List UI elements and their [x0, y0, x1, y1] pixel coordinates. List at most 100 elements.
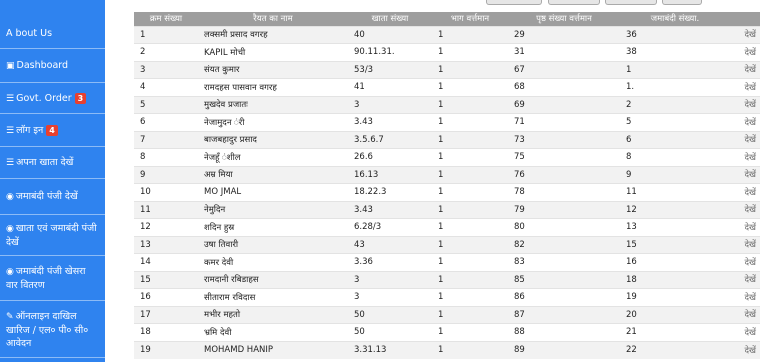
- table-row: 11 नेमुदिन 3.43 1 79 12 देखें: [134, 200, 760, 219]
- sidebar-item-content: ◉ खाता एवं जमाबंदी पंजी देखें: [6, 222, 100, 249]
- table-cell: 43: [348, 235, 432, 254]
- table-cell: 38: [620, 43, 730, 61]
- table-cell: 90.11.31.: [348, 43, 432, 61]
- column-header: रैयत का नाम: [198, 12, 348, 26]
- sidebar-item-7[interactable]: ◉ खाता एवं जमाबंदी पंजी देखें: [0, 216, 105, 256]
- table-cell: 80: [508, 218, 620, 236]
- view-link[interactable]: देखें: [730, 60, 760, 79]
- view-link[interactable]: देखें: [730, 323, 760, 341]
- table-cell: 53/3: [348, 60, 432, 79]
- table-row: 1 लक्समी प्रसाद वगरह 40 1 29 36 देखें: [134, 25, 760, 44]
- view-link[interactable]: देखें: [730, 235, 760, 254]
- table-cell: 1: [432, 25, 508, 44]
- table-cell: 18: [620, 270, 730, 289]
- table-cell: 1: [432, 113, 508, 131]
- table-cell: 1: [432, 43, 508, 61]
- table-cell: 3: [348, 288, 432, 306]
- table-cell: 1: [432, 253, 508, 271]
- table-cell: 1: [432, 183, 508, 201]
- table-cell: 16: [134, 288, 198, 306]
- table-cell: 3: [348, 95, 432, 114]
- table-cell: 67: [508, 60, 620, 79]
- table-cell: 6: [134, 113, 198, 131]
- table-cell: 78: [508, 183, 620, 201]
- table-cell: 15: [620, 235, 730, 254]
- table-cell: 6: [620, 130, 730, 149]
- table-row: 6 नेजामुदन ंरी 3.43 1 71 5 देखें: [134, 113, 760, 131]
- table-cell: 11: [134, 200, 198, 219]
- table-cell: KAPIL मोची: [198, 43, 348, 61]
- view-link[interactable]: देखें: [730, 130, 760, 149]
- table-row: 2 KAPIL मोची 90.11.31. 1 31 38 देखें: [134, 43, 760, 61]
- sidebar-item-4[interactable]: ☰ लॉग इन 4: [0, 115, 105, 147]
- top-button-1[interactable]: [486, 0, 542, 5]
- table-cell: 71: [508, 113, 620, 131]
- column-header: खाता संख्या: [348, 12, 432, 26]
- edit-icon: ✎: [6, 311, 14, 322]
- table-cell: 3: [348, 270, 432, 289]
- top-button-3[interactable]: [605, 0, 657, 5]
- sidebar-item-2[interactable]: ▣ Dashboard: [0, 50, 105, 83]
- view-link[interactable]: देखें: [730, 113, 760, 131]
- table-cell: 18: [134, 323, 198, 341]
- sidebar: A bout Us ▣ Dashboard ☰ Govt. Order 3 ☰ लॉग इन 4…: [0, 0, 105, 362]
- table-cell: 1: [432, 270, 508, 289]
- sidebar-item-content: ▣ Dashboard: [6, 59, 68, 73]
- table-cell: 87: [508, 305, 620, 324]
- top-button-2[interactable]: [548, 0, 600, 5]
- top-button-4[interactable]: [662, 0, 702, 5]
- count-badge: 4: [46, 124, 58, 136]
- table-cell: 69: [508, 95, 620, 114]
- view-link[interactable]: देखें: [730, 270, 760, 289]
- table-cell: 1: [432, 288, 508, 306]
- view-link[interactable]: देखें: [730, 218, 760, 236]
- table-cell: 68: [508, 78, 620, 96]
- sidebar-item-9[interactable]: ✎ ऑनलाइन दाखिल खारिज / एल० पी० सी० आवेदन: [0, 302, 105, 358]
- table-cell: 14: [134, 253, 198, 271]
- table-row: 7 बाजबहादुर प्रसाद 3.5.6.7 1 73 6 देखें: [134, 130, 760, 149]
- list-icon: ☰: [6, 158, 15, 168]
- table-cell: MO JMAL: [198, 183, 348, 201]
- view-link[interactable]: देखें: [730, 200, 760, 219]
- sidebar-item-1[interactable]: A bout Us: [0, 19, 105, 49]
- view-link[interactable]: देखें: [730, 340, 760, 359]
- sidebar-item-5[interactable]: ☰ अपना खाता देखें: [0, 148, 105, 179]
- eye-icon: ◉: [6, 224, 14, 234]
- view-link[interactable]: देखें: [730, 288, 760, 306]
- sidebar-item-content: ✎ ऑनलाइन दाखिल खारिज / एल० पी० सी० आवेदन: [6, 310, 100, 350]
- table-cell: 3.5.6.7: [348, 130, 432, 149]
- view-link[interactable]: देखें: [730, 183, 760, 201]
- table-cell: 12: [620, 200, 730, 219]
- column-header: पृष्ठ संख्या वर्त्तमान: [508, 12, 620, 26]
- view-link[interactable]: देखें: [730, 95, 760, 114]
- table-cell: 86: [508, 288, 620, 306]
- table-cell: 2: [134, 43, 198, 61]
- sidebar-item-8[interactable]: ◉ जमाबंदी पंजी खेसरा वार वितरण: [0, 257, 105, 301]
- column-header: जमाबंदी संख्या.: [620, 12, 730, 26]
- sidebar-item-label: अपना खाता देखें: [16, 157, 74, 168]
- table-cell: 2: [620, 95, 730, 114]
- view-link[interactable]: देखें: [730, 305, 760, 324]
- table-cell: 8: [620, 148, 730, 166]
- sidebar-item-6[interactable]: ◉ जमाबंदी पंजी देखें: [0, 180, 105, 215]
- dashboard-icon: ▣: [6, 61, 15, 71]
- view-link[interactable]: देखें: [730, 165, 760, 184]
- table-cell: शदिन हुस्र: [198, 218, 348, 236]
- view-link[interactable]: देखें: [730, 43, 760, 61]
- sidebar-item-label: Dashboard: [16, 60, 69, 71]
- view-link[interactable]: देखें: [730, 148, 760, 166]
- table-cell: 16: [620, 253, 730, 271]
- table-cell: 1: [432, 235, 508, 254]
- sidebar-item-3[interactable]: ☰ Govt. Order 3: [0, 84, 105, 114]
- table-cell: 82: [508, 235, 620, 254]
- table-cell: 16.13: [348, 165, 432, 184]
- table-cell: 50: [348, 323, 432, 341]
- table-cell: 5: [620, 113, 730, 131]
- view-link[interactable]: देखें: [730, 78, 760, 96]
- sidebar-item-content: ☰ अपना खाता देखें: [6, 156, 73, 170]
- view-link[interactable]: देखें: [730, 25, 760, 44]
- table-cell: 41: [348, 78, 432, 96]
- sidebar-item-content: A bout Us: [6, 27, 52, 40]
- sidebar-item-label: जमाबंदी पंजी देखें: [15, 191, 78, 202]
- view-link[interactable]: देखें: [730, 253, 760, 271]
